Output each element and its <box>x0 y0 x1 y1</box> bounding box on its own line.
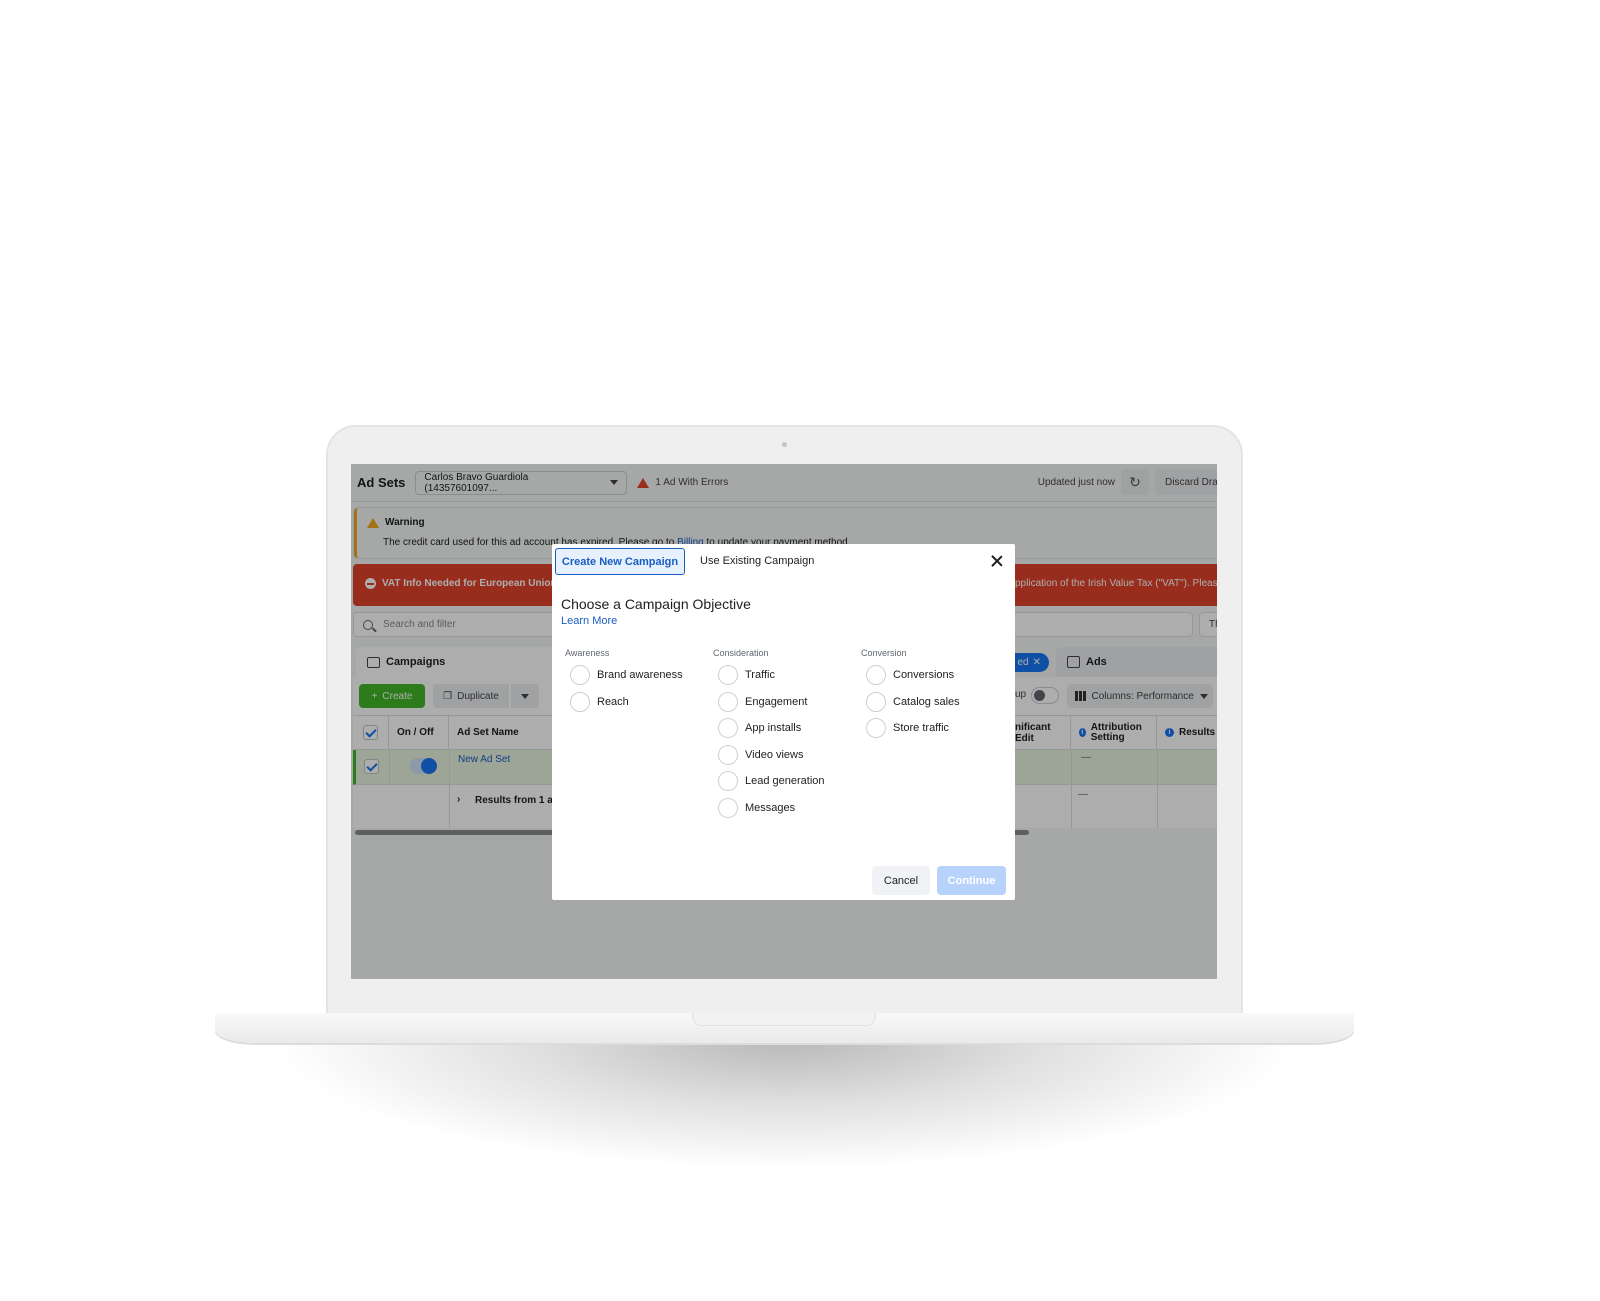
option-label: Brand awareness <box>597 669 683 682</box>
laptop-notch <box>692 1013 876 1026</box>
tab-create-new-campaign[interactable]: Create New Campaign <box>555 548 685 575</box>
option-label: Engagement <box>745 695 808 708</box>
continue-button[interactable]: Continue <box>937 866 1006 895</box>
radio-button[interactable] <box>570 665 590 686</box>
radio-button[interactable] <box>718 691 738 712</box>
learn-more-link[interactable]: Learn More <box>561 615 617 627</box>
option-label: Video views <box>745 748 804 761</box>
radio-button[interactable] <box>718 665 738 686</box>
laptop-shadow <box>270 1040 1300 1170</box>
create-campaign-dialog: Create New Campaign Use Existing Campaig… <box>552 544 1015 900</box>
category-label: Consideration <box>713 648 769 658</box>
option-label: Store traffic <box>893 722 950 735</box>
dialog-heading: Choose a Campaign Objective <box>561 596 751 612</box>
objective-option[interactable]: Catalog sales <box>861 689 960 716</box>
cancel-button[interactable]: Cancel <box>872 866 930 895</box>
radio-button[interactable] <box>570 691 590 712</box>
category-label: Awareness <box>565 648 610 658</box>
objective-column-consideration: Consideration Traffic Engagement App ins… <box>713 648 825 821</box>
objective-column-awareness: Awareness Brand awareness Reach <box>565 648 683 715</box>
objective-option[interactable]: Lead generation <box>713 768 825 795</box>
close-icon[interactable] <box>989 553 1005 569</box>
option-label: Traffic <box>745 669 775 682</box>
radio-button[interactable] <box>866 691 886 712</box>
option-label: Catalog sales <box>893 695 960 708</box>
option-label: App installs <box>745 722 802 735</box>
objective-option[interactable]: Reach <box>565 689 683 716</box>
radio-button[interactable] <box>718 718 738 739</box>
objective-option[interactable]: Engagement <box>713 689 825 716</box>
option-label: Conversions <box>893 669 955 682</box>
radio-button[interactable] <box>866 665 886 686</box>
radio-button[interactable] <box>718 797 738 818</box>
option-label: Messages <box>745 801 796 814</box>
objective-option[interactable]: App installs <box>713 715 825 742</box>
objective-option[interactable]: Traffic <box>713 662 825 689</box>
radio-button[interactable] <box>866 718 886 739</box>
option-label: Lead generation <box>745 775 825 788</box>
objective-option[interactable]: Video views <box>713 742 825 769</box>
category-label: Conversion <box>861 648 907 658</box>
objective-option[interactable]: Conversions <box>861 662 960 689</box>
radio-button[interactable] <box>718 744 738 765</box>
camera-dot <box>782 442 787 447</box>
objective-column-conversion: Conversion Conversions Catalog sales Sto… <box>861 648 960 742</box>
objective-option[interactable]: Brand awareness <box>565 662 683 689</box>
option-label: Reach <box>597 695 629 708</box>
objective-option[interactable]: Store traffic <box>861 715 960 742</box>
tab-use-existing-campaign[interactable]: Use Existing Campaign <box>700 555 814 567</box>
objective-option[interactable]: Messages <box>713 795 825 822</box>
radio-button[interactable] <box>718 771 738 792</box>
